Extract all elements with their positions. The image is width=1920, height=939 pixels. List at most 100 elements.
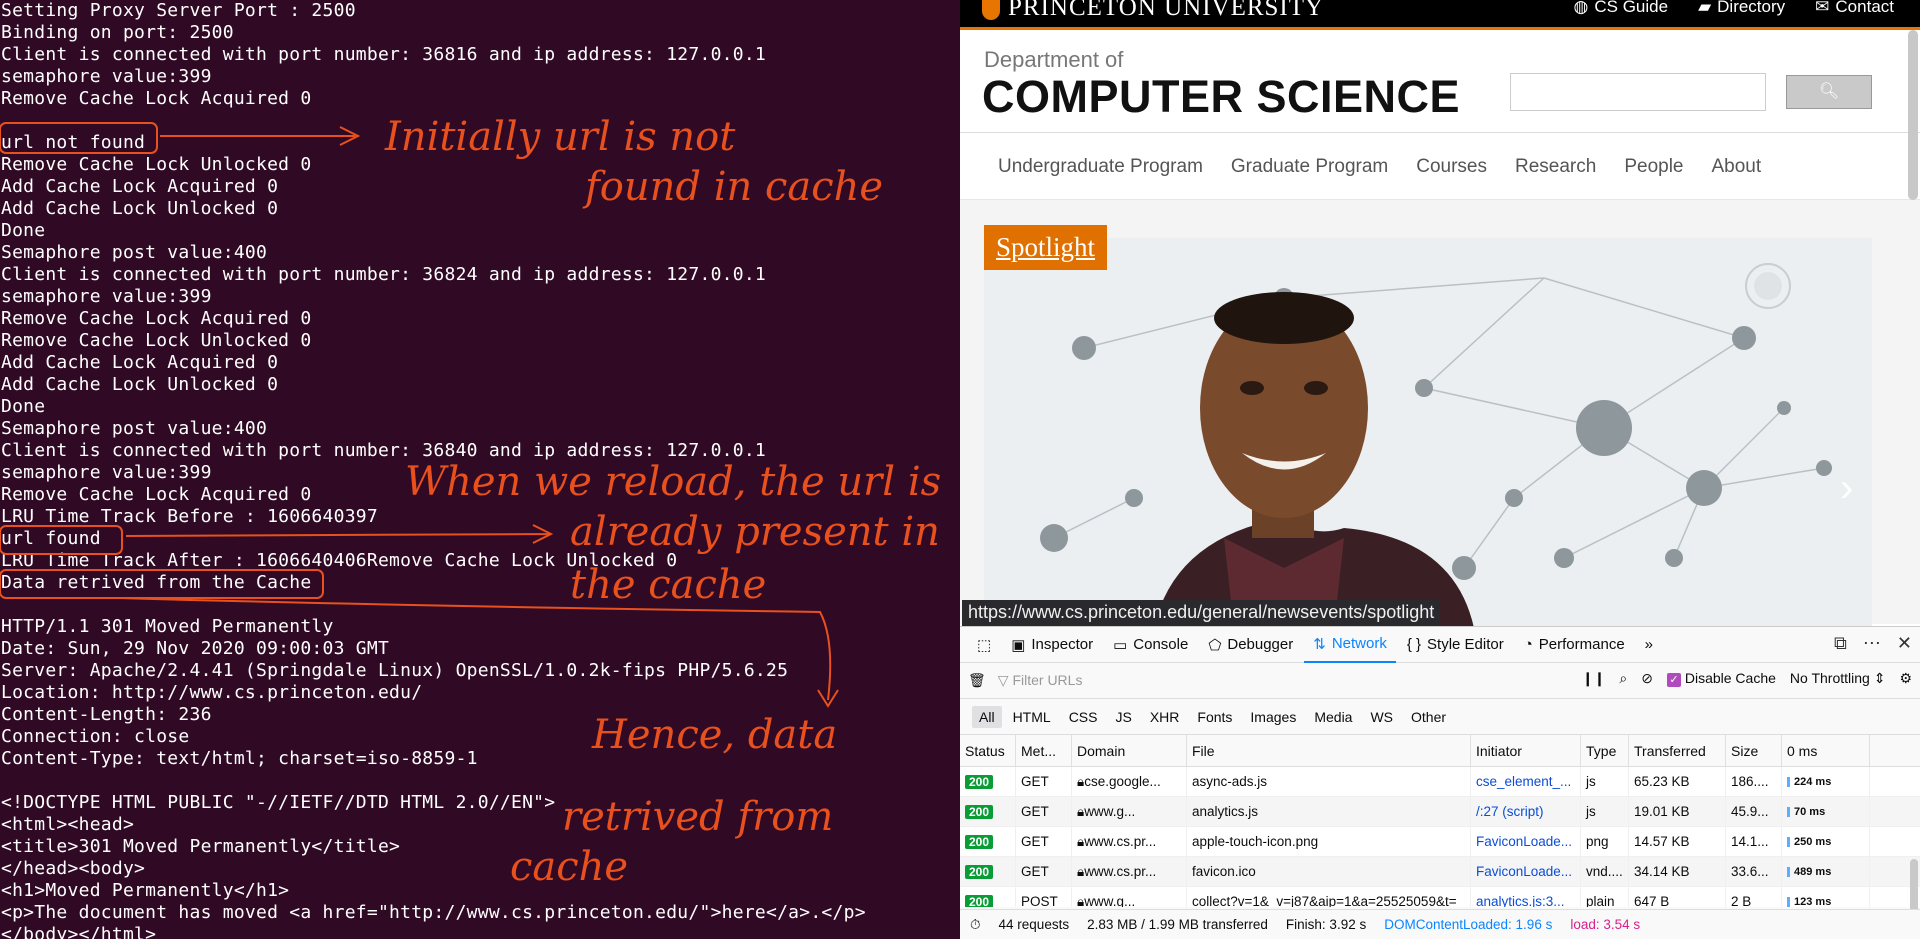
pause-icon[interactable]: ❙❙ xyxy=(1582,670,1605,687)
tab-style-editor[interactable]: { } Style Editor xyxy=(1398,627,1513,663)
browser-window[interactable]: PRINCETON UNIVERSITY ◍ CS Guide ▰ Director… xyxy=(960,0,1920,939)
department-name[interactable]: COMPUTER SCIENCE xyxy=(982,71,1460,123)
main-navigation: Undergraduate Program Graduate Program C… xyxy=(960,134,1920,200)
element-picker-icon[interactable]: ⬚ xyxy=(968,627,1000,663)
tab-inspector[interactable]: ▣ Inspector xyxy=(1002,627,1102,663)
cell-domain-text: www.cs.pr... xyxy=(1084,834,1157,849)
cell-status-text: 200 xyxy=(965,894,994,907)
filter-html[interactable]: HTML xyxy=(1006,706,1058,728)
close-icon[interactable]: ✕ xyxy=(1897,633,1912,654)
network-table-header: Status Met... Domain File Initiator Type… xyxy=(960,735,1920,767)
filter-all[interactable]: All xyxy=(972,705,1002,728)
cell-file: analytics.js xyxy=(1187,797,1471,826)
carousel-next-arrow-icon[interactable]: › xyxy=(1840,466,1853,511)
console-icon: ▭ xyxy=(1113,636,1128,654)
terminal-line: LRU Time Track After : 1606640406Remove … xyxy=(1,550,678,571)
tab-console[interactable]: ▭ Console xyxy=(1104,627,1197,663)
table-row[interactable]: 200 GET 🔒︎ www.g... analytics.js /:27 (scrip… xyxy=(960,797,1920,827)
search-icon[interactable]: ⌕ xyxy=(1619,670,1627,687)
filter-xhr[interactable]: XHR xyxy=(1143,706,1187,728)
column-waterfall[interactable]: 0 ms xyxy=(1782,735,1870,766)
cell-file: apple-touch-icon.png xyxy=(1187,827,1471,856)
column-type[interactable]: Type xyxy=(1581,735,1629,766)
spotlight-link[interactable]: Spotlight xyxy=(984,225,1108,270)
filter-js[interactable]: JS xyxy=(1108,706,1138,728)
terminal-line: <!DOCTYPE HTML PUBLIC "-//IETF//DTD HTML… xyxy=(1,792,556,813)
overflow-menu-icon[interactable]: ⋯ xyxy=(1863,633,1881,654)
column-transferred[interactable]: Transferred xyxy=(1629,735,1726,766)
terminal-line: Content-Length: 236 xyxy=(1,704,212,725)
terminal-line: Add Cache Lock Acquired 0 xyxy=(1,352,279,373)
table-row[interactable]: 200 GET 🔒︎ cse.google... async-ads.js cse_el… xyxy=(960,767,1920,797)
filter-media[interactable]: Media xyxy=(1307,706,1359,728)
cell-transferred: 19.01 KB xyxy=(1629,797,1726,826)
nav-people[interactable]: People xyxy=(1624,156,1683,178)
nav-about[interactable]: About xyxy=(1712,156,1762,178)
table-row[interactable]: 200 POST 🔒︎ www.g... collect?v=1&_v=j87&aip… xyxy=(960,887,1920,907)
terminal-line: Done xyxy=(1,220,46,241)
cell-type-text: js xyxy=(1586,804,1596,819)
terminal-line: Connection: close xyxy=(1,726,190,747)
column-domain[interactable]: Domain xyxy=(1072,735,1187,766)
cell-initiator: analytics.js:3... xyxy=(1471,887,1581,907)
search-button[interactable]: 🔍︎ xyxy=(1786,75,1872,109)
filter-images[interactable]: Images xyxy=(1243,706,1303,728)
spotlight-image[interactable] xyxy=(984,238,1872,628)
dock-icon[interactable]: ⧉ xyxy=(1834,633,1847,654)
cell-initiator: FaviconLoade... xyxy=(1471,827,1581,856)
settings-gear-icon[interactable]: ⚙ xyxy=(1899,670,1912,687)
network-options: ❙❙ ⌕ ⊘ ✓ Disable Cache No Throttling ⇕ ⚙ xyxy=(1582,670,1912,687)
nav-research[interactable]: Research xyxy=(1515,156,1596,178)
cell-type-text: png xyxy=(1586,834,1609,849)
filter-ws[interactable]: WS xyxy=(1363,706,1400,728)
column-size[interactable]: Size xyxy=(1726,735,1782,766)
folder-icon: ▰ xyxy=(1698,0,1712,16)
tab-network[interactable]: ⇅ Network xyxy=(1304,627,1396,663)
filter-urls-input[interactable]: ▽ Filter URLs xyxy=(998,672,1083,689)
table-row[interactable]: 200 GET 🔒︎ www.cs.pr... apple-touch-icon.pn… xyxy=(960,827,1920,857)
column-file[interactable]: File xyxy=(1187,735,1471,766)
devtools-window-controls: ⧉ ⋯ ✕ xyxy=(1834,633,1912,654)
waterfall-bar xyxy=(1787,806,1790,817)
more-tabs-icon[interactable]: » xyxy=(1636,627,1662,663)
envelope-icon: ✉ xyxy=(1815,0,1830,16)
tab-debugger[interactable]: ⬠ Debugger xyxy=(1199,627,1302,663)
nav-undergraduate-program[interactable]: Undergraduate Program xyxy=(998,156,1203,178)
filter-fonts[interactable]: Fonts xyxy=(1190,706,1239,728)
cell-initiator-text: /:27 (script) xyxy=(1476,804,1544,819)
filter-css[interactable]: CSS xyxy=(1062,706,1105,728)
terminal-line: Date: Sun, 29 Nov 2020 09:00:03 GMT xyxy=(1,638,390,659)
throttling-select[interactable]: No Throttling ⇕ xyxy=(1790,670,1886,687)
summary-load: load: 3.54 s xyxy=(1570,917,1641,932)
disable-cache-checkbox[interactable]: ✓ Disable Cache xyxy=(1666,670,1776,687)
terminal-output: Setting Proxy Server Port : 2500 Binding … xyxy=(1,0,866,939)
terminal-line: Remove Cache Lock Acquired 0 xyxy=(1,484,312,505)
column-initiator[interactable]: Initiator xyxy=(1471,735,1581,766)
terminal-line: semaphore value:399 xyxy=(1,286,212,307)
cell-type: plain xyxy=(1581,887,1629,907)
column-method[interactable]: Met... xyxy=(1016,735,1072,766)
search-input[interactable] xyxy=(1510,73,1766,111)
nav-courses[interactable]: Courses xyxy=(1416,156,1487,178)
cell-method-text: GET xyxy=(1021,804,1049,819)
nav-graduate-program[interactable]: Graduate Program xyxy=(1231,156,1388,178)
tab-performance[interactable]: ◔ Performance xyxy=(1515,627,1634,663)
terminal-line: Client is connected with port number: 36… xyxy=(1,440,766,461)
cell-initiator-text: cse_element_... xyxy=(1476,774,1572,789)
cell-method: GET xyxy=(1016,797,1072,826)
top-link-cs-guide[interactable]: ◍ CS Guide xyxy=(1574,0,1669,17)
princeton-logo[interactable]: PRINCETON UNIVERSITY xyxy=(982,0,1324,22)
block-icon[interactable]: ⊘ xyxy=(1641,670,1653,687)
filter-other[interactable]: Other xyxy=(1404,706,1453,728)
terminal-line: Data retrived from the Cache xyxy=(1,572,312,593)
column-status[interactable]: Status xyxy=(960,735,1016,766)
page-content: Spotlight xyxy=(960,200,1920,628)
table-row[interactable]: 200 GET 🔒︎ www.cs.pr... favicon.ico FaviconL… xyxy=(960,857,1920,887)
terminal-window[interactable]: Setting Proxy Server Port : 2500 Binding … xyxy=(0,0,958,939)
page-scrollbar[interactable] xyxy=(1908,30,1918,200)
top-link-contact[interactable]: ✉ Contact xyxy=(1815,0,1894,17)
cell-initiator-text: analytics.js:3... xyxy=(1476,894,1565,907)
trash-icon[interactable]: 🗑︎ xyxy=(968,672,986,689)
top-link-directory[interactable]: ▰ Directory xyxy=(1698,0,1785,17)
